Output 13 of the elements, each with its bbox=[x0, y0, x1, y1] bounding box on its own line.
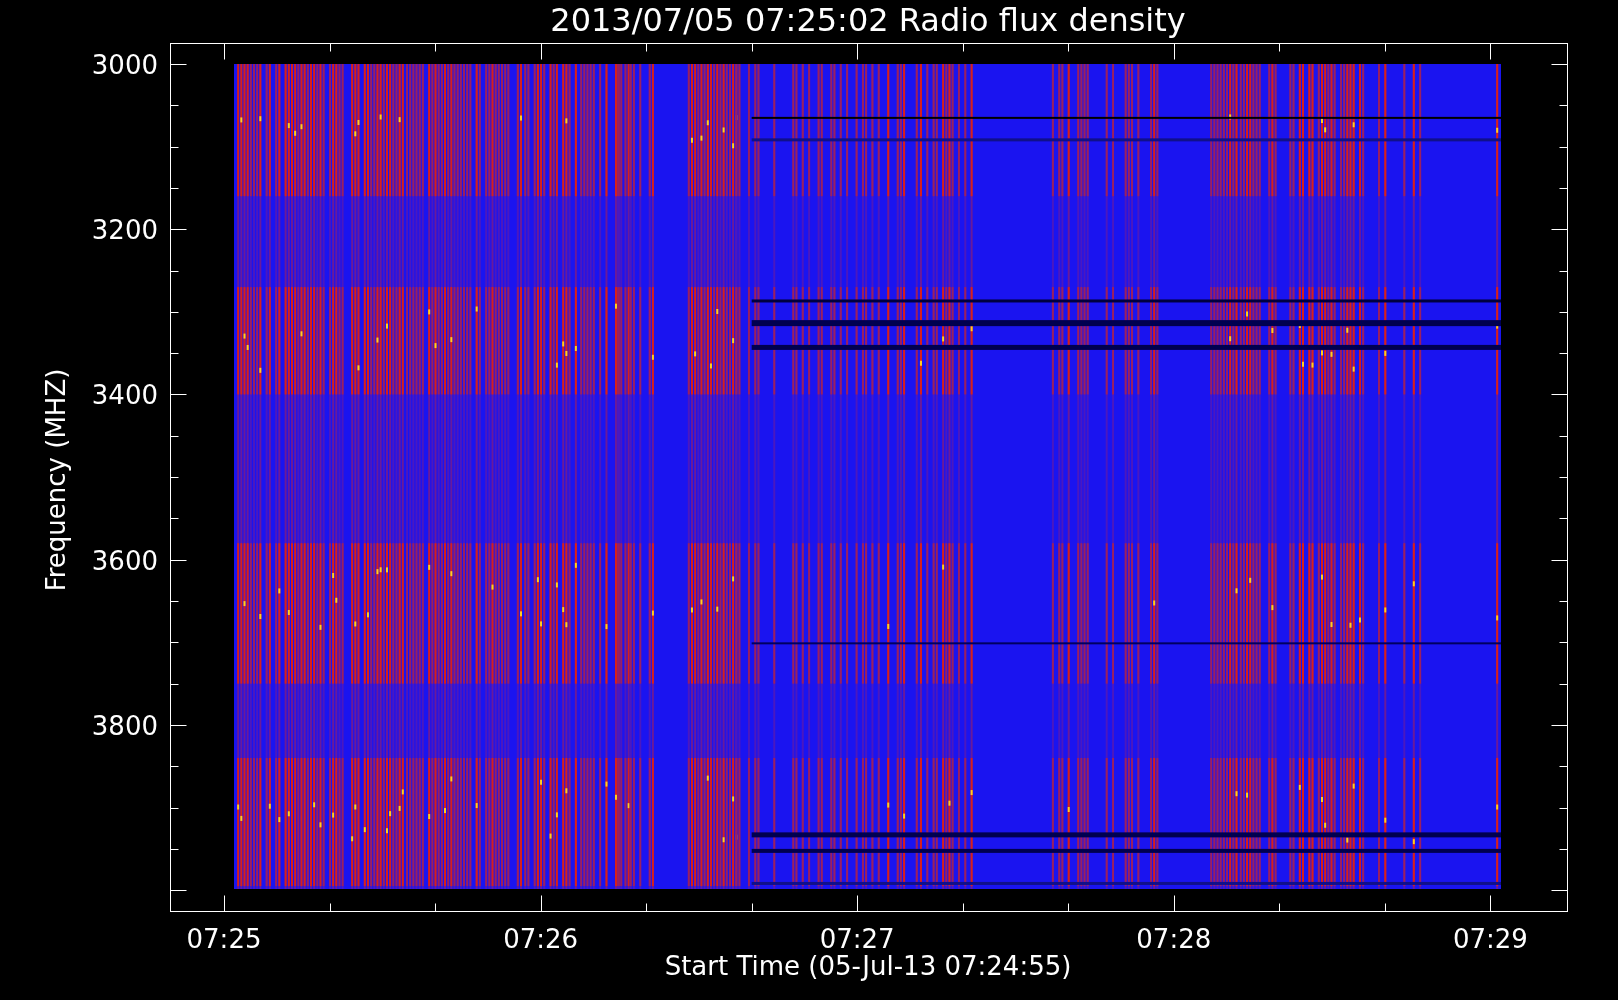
y-tick-label: 3000 bbox=[91, 50, 158, 80]
y-tick-label: 3400 bbox=[91, 380, 158, 411]
x-tick-label: 07:27 bbox=[819, 924, 895, 954]
y-axis-label: Frequency (MHZ) bbox=[41, 368, 71, 592]
x-tick-label: 07:28 bbox=[1136, 924, 1212, 954]
x-axis-label: Start Time (05-Jul-13 07:24:55) bbox=[664, 951, 1072, 981]
y-tick-label: 3200 bbox=[91, 215, 158, 246]
plot-title: 2013/07/05 07:25:02 Radio flux density bbox=[550, 1, 1186, 39]
x-tick-label: 07:25 bbox=[186, 924, 262, 954]
x-tick-label: 07:29 bbox=[1452, 924, 1528, 954]
y-tick-label: 3600 bbox=[91, 545, 158, 576]
y-tick-label: 3800 bbox=[91, 710, 158, 741]
x-tick-label: 07:26 bbox=[503, 924, 579, 954]
